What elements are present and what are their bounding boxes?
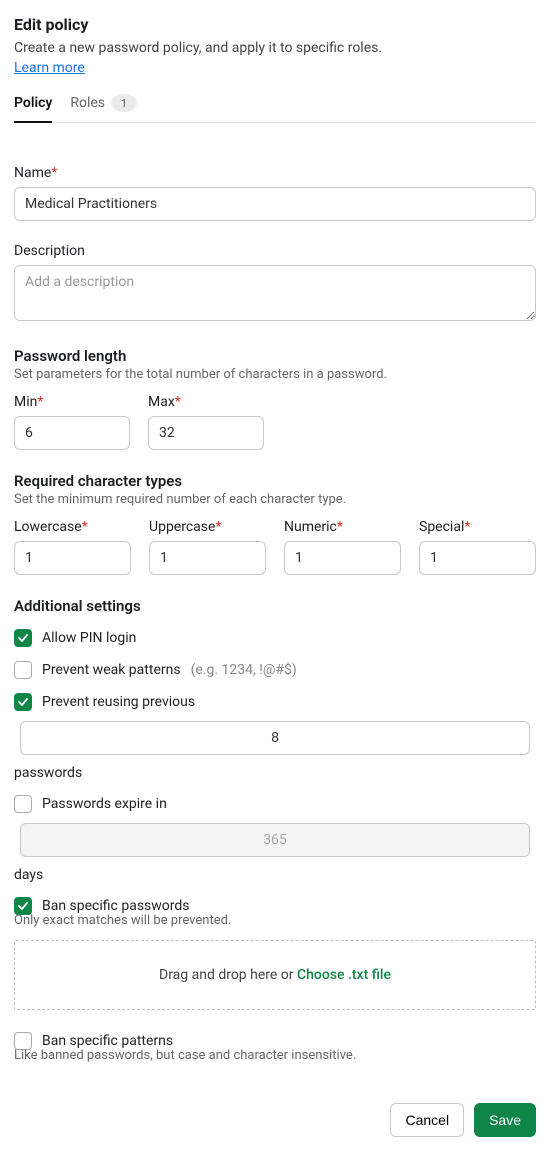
numeric-input[interactable]	[284, 541, 401, 575]
special-label: Special*	[419, 519, 536, 535]
lowercase-input[interactable]	[14, 541, 131, 575]
required-asterisk: *	[51, 165, 57, 181]
save-button[interactable]: Save	[474, 1103, 536, 1137]
prevent-weak-label: Prevent weak patterns	[42, 662, 181, 678]
page-subtitle: Create a new password policy, and apply …	[14, 40, 536, 56]
roles-count-badge: 1	[111, 94, 137, 112]
prevent-weak-checkbox[interactable]	[14, 661, 32, 679]
page-title: Edit policy	[14, 15, 536, 34]
tab-policy[interactable]: Policy	[14, 94, 52, 123]
prevent-weak-hint: (e.g. 1234, !@#$)	[191, 662, 297, 678]
special-input[interactable]	[419, 541, 536, 575]
lowercase-label-text: Lowercase	[14, 519, 82, 535]
prevent-reuse-checkbox[interactable]	[14, 693, 32, 711]
expire-pre: Passwords expire in	[42, 796, 167, 812]
required-asterisk: *	[175, 394, 181, 410]
password-length-title: Password length	[14, 347, 536, 365]
min-label-text: Min	[14, 394, 37, 410]
ban-patterns-label: Ban specific patterns	[42, 1033, 173, 1049]
max-label: Max*	[148, 394, 264, 410]
expire-input	[20, 823, 530, 857]
description-label: Description	[14, 243, 536, 259]
ban-patterns-hint: Like banned passwords, but case and char…	[14, 1048, 536, 1063]
uppercase-label: Uppercase*	[149, 519, 266, 535]
uppercase-label-text: Uppercase	[149, 519, 215, 535]
max-input[interactable]	[148, 416, 264, 450]
cancel-button[interactable]: Cancel	[390, 1103, 464, 1137]
name-label-text: Name	[14, 165, 51, 181]
min-label: Min*	[14, 394, 130, 410]
required-asterisk: *	[82, 519, 88, 535]
check-icon	[18, 633, 28, 643]
name-input[interactable]	[14, 187, 536, 221]
tabs: Policy Roles 1	[14, 94, 536, 123]
prevent-reuse-pre: Prevent reusing previous	[42, 694, 195, 710]
ban-specific-hint: Only exact matches will be prevented.	[14, 913, 536, 928]
tab-policy-label: Policy	[14, 95, 52, 111]
tab-roles-label: Roles	[70, 95, 105, 111]
learn-more-link[interactable]: Learn more	[14, 60, 85, 76]
dropzone[interactable]: Drag and drop here or Choose .txt file	[14, 940, 536, 1010]
password-length-sub: Set parameters for the total number of c…	[14, 367, 536, 382]
required-asterisk: *	[37, 394, 43, 410]
min-input[interactable]	[14, 416, 130, 450]
description-textarea[interactable]	[14, 265, 536, 321]
additional-title: Additional settings	[14, 597, 536, 615]
check-icon	[18, 697, 28, 707]
dropzone-text: Drag and drop here	[159, 967, 281, 983]
special-label-text: Special	[419, 519, 464, 535]
expire-post: days	[14, 867, 43, 883]
prevent-reuse-post: passwords	[14, 765, 82, 781]
allow-pin-label: Allow PIN login	[42, 630, 136, 646]
required-asterisk: *	[215, 519, 221, 535]
expire-checkbox[interactable]	[14, 795, 32, 813]
choose-file-link[interactable]: Choose .txt file	[297, 967, 391, 983]
dropzone-or: or	[281, 967, 297, 983]
ban-specific-label: Ban specific passwords	[42, 898, 190, 914]
name-label: Name*	[14, 165, 536, 181]
char-types-sub: Set the minimum required number of each …	[14, 492, 536, 507]
required-asterisk: *	[337, 519, 343, 535]
max-label-text: Max	[148, 394, 175, 410]
numeric-label-text: Numeric	[284, 519, 337, 535]
uppercase-input[interactable]	[149, 541, 266, 575]
numeric-label: Numeric*	[284, 519, 401, 535]
tab-roles[interactable]: Roles 1	[70, 94, 137, 122]
char-types-title: Required character types	[14, 472, 536, 490]
lowercase-label: Lowercase*	[14, 519, 131, 535]
allow-pin-checkbox[interactable]	[14, 629, 32, 647]
required-asterisk: *	[464, 519, 470, 535]
check-icon	[18, 901, 28, 911]
prevent-reuse-input[interactable]	[20, 721, 530, 755]
